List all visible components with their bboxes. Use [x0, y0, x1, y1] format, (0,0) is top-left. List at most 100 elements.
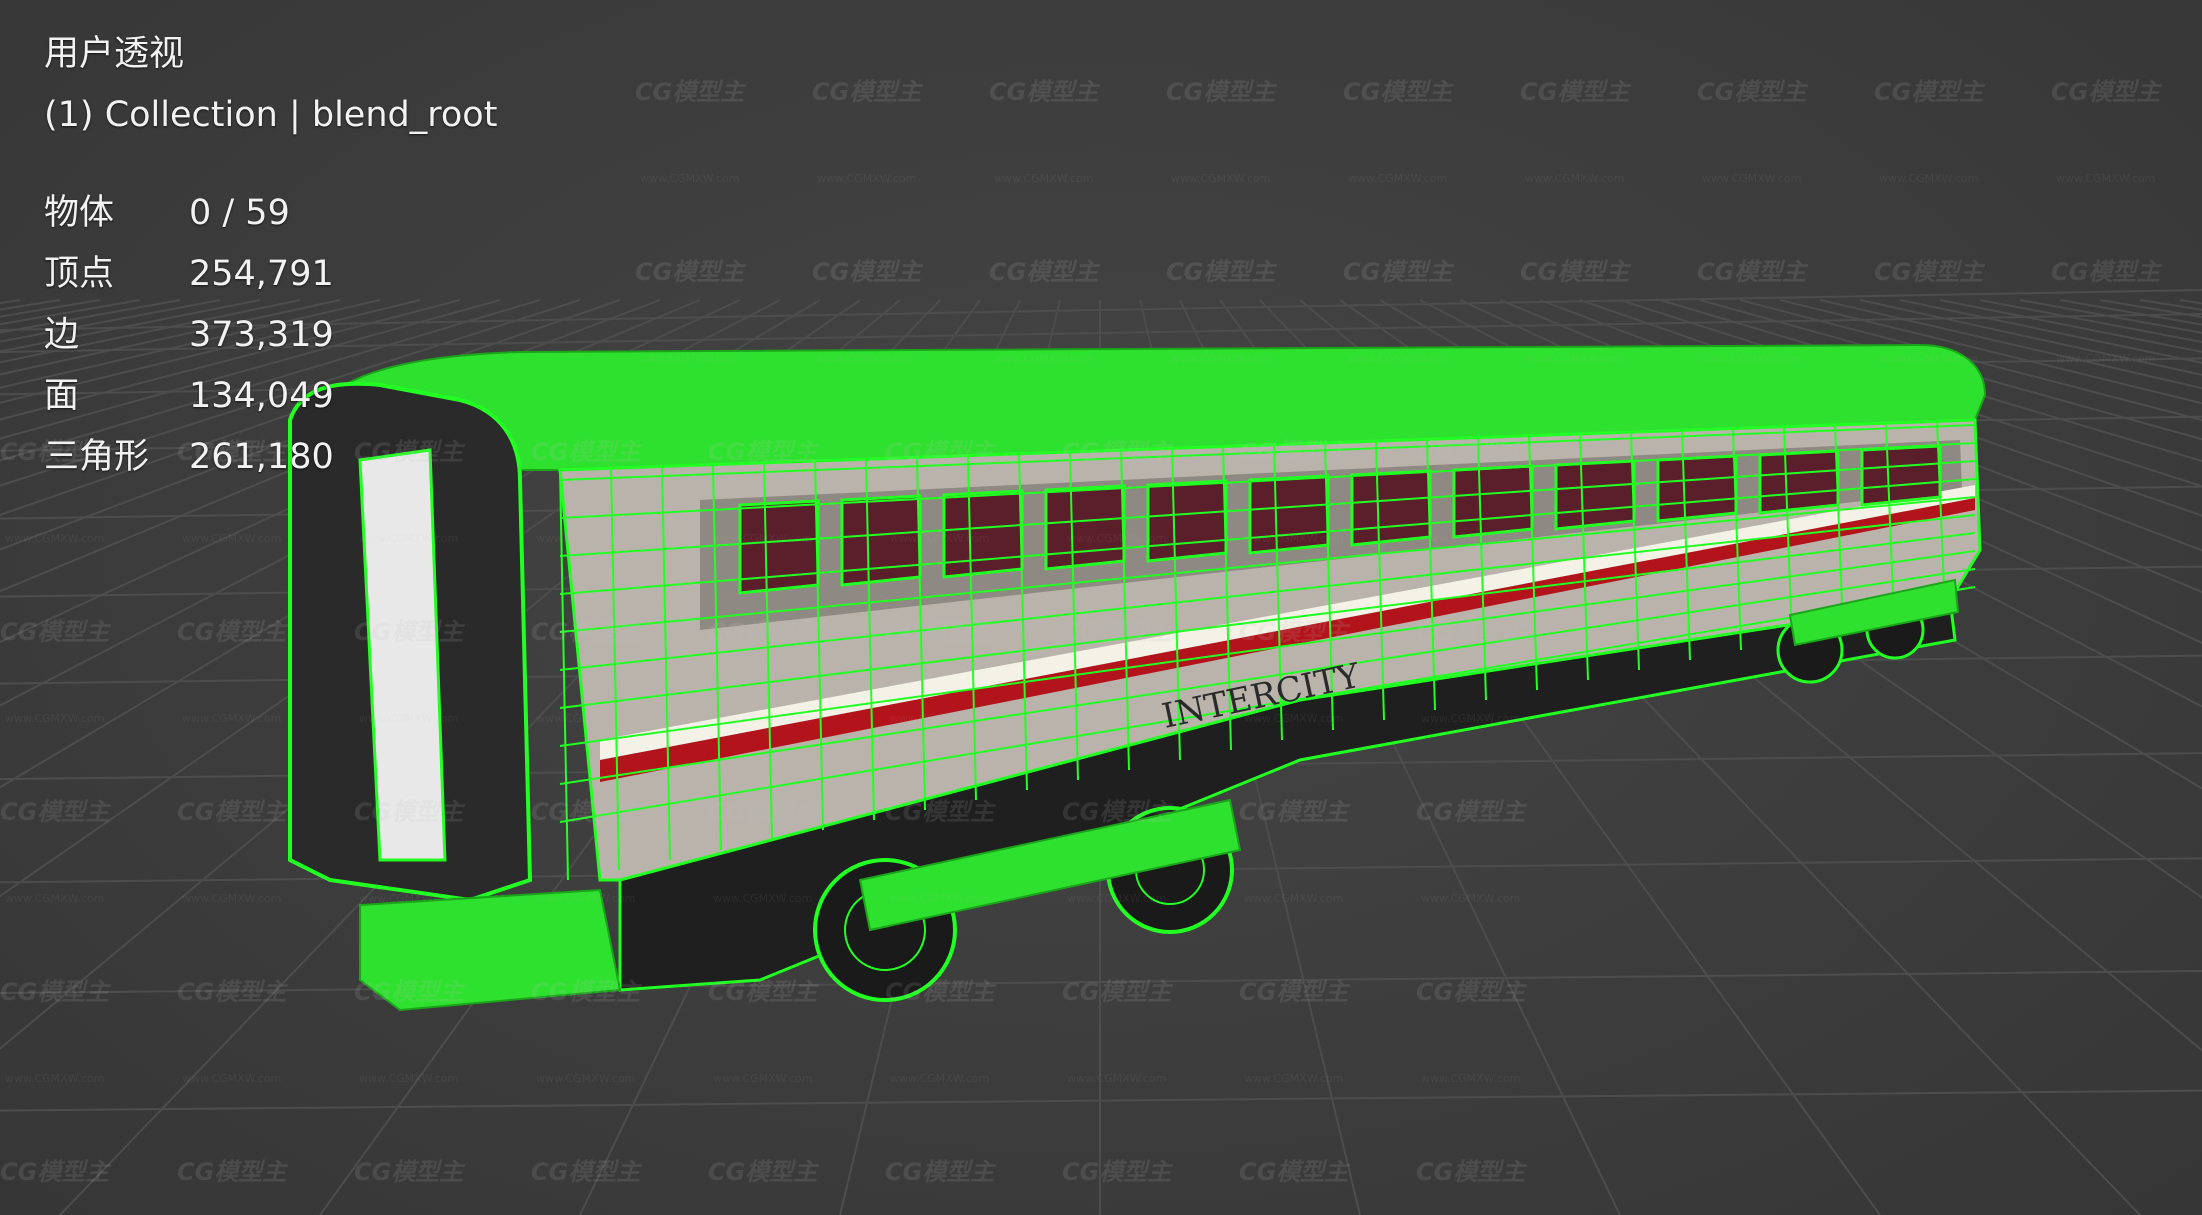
watermark-text: CG模型主: [1239, 978, 1350, 1006]
watermark-url: www.CGMXW.com: [713, 1072, 812, 1085]
watermark-url: www.CGMXW.com: [1171, 172, 1270, 185]
watermark-text: CG模型主: [531, 618, 642, 646]
watermark-text: CG模型主: [885, 438, 996, 466]
watermark-url: www.CGMXW.com: [1879, 352, 1978, 365]
watermark-url: www.CGMXW.com: [713, 712, 812, 725]
watermark-url: www.CGMXW.com: [5, 1072, 104, 1085]
watermark-text: CG模型主: [354, 978, 465, 1006]
watermark-url: www.CGMXW.com: [1348, 172, 1447, 185]
watermark-text: CG模型主: [1697, 258, 1808, 286]
watermark-text: CG模型主: [1874, 258, 1985, 286]
watermark-url: www.CGMXW.com: [817, 352, 916, 365]
window-pane: [1350, 469, 1432, 547]
watermark-url: www.CGMXW.com: [536, 712, 635, 725]
watermark-url: www.CGMXW.com: [1067, 892, 1166, 905]
watermark-text: CG模型主: [1343, 78, 1454, 106]
watermark-url: www.CGMXW.com: [1879, 172, 1978, 185]
watermark-text: CG模型主: [177, 618, 288, 646]
watermark-text: CG模型主: [885, 978, 996, 1006]
watermark-url: www.CGMXW.com: [1702, 172, 1801, 185]
stat-label: 物体: [44, 193, 115, 233]
watermark-url: www.CGMXW.com: [1171, 352, 1270, 365]
watermark-text: CG模型主: [2051, 78, 2162, 106]
watermark-text: CG模型主: [885, 1158, 996, 1186]
watermark-text: CG模型主: [989, 78, 1100, 106]
viewport-info-overlay: 用户透视 (1) Collection | blend_root 物体 0 / …: [44, 24, 497, 488]
stat-value: 134,049: [189, 376, 334, 416]
watermark-text: CG模型主: [1416, 1158, 1527, 1186]
window-pane: [1452, 464, 1534, 539]
watermark-url: www.CGMXW.com: [890, 1072, 989, 1085]
watermark-text: CG模型主: [812, 258, 923, 286]
window-pane: [1554, 459, 1636, 531]
watermark-url: www.CGMXW.com: [890, 532, 989, 545]
watermark-url: www.CGMXW.com: [1067, 1072, 1166, 1085]
watermark-text: CG模型主: [1520, 258, 1631, 286]
stat-row-faces: 面 134,049: [44, 366, 497, 427]
watermark-url: www.CGMXW.com: [536, 1072, 635, 1085]
stat-value: 254,791: [189, 254, 334, 294]
window-pane: [1758, 449, 1840, 515]
watermark-url: www.CGMXW.com: [1244, 712, 1343, 725]
watermark-text: CG模型主: [1166, 78, 1277, 106]
watermark-url: www.CGMXW.com: [182, 712, 281, 725]
watermark-url: www.CGMXW.com: [359, 712, 458, 725]
watermark-url: www.CGMXW.com: [5, 892, 104, 905]
watermark-text: CG模型主: [0, 978, 111, 1006]
watermark-url: www.CGMXW.com: [1421, 892, 1520, 905]
watermark-url: www.CGMXW.com: [1067, 712, 1166, 725]
watermark-url: www.CGMXW.com: [994, 352, 1093, 365]
window-pane: [1044, 484, 1126, 571]
grid-line: [1979, 299, 2202, 343]
watermark-text: CG模型主: [1239, 1158, 1350, 1186]
watermark-text: CG模型主: [1239, 618, 1350, 646]
watermark-text: CG模型主: [177, 978, 288, 1006]
watermark-text: CG模型主: [635, 258, 746, 286]
watermark-url: www.CGMXW.com: [359, 1072, 458, 1085]
watermark-text: CG模型主: [885, 618, 996, 646]
watermark-url: www.CGMXW.com: [182, 892, 281, 905]
watermark-text: CG模型主: [1062, 978, 1173, 1006]
watermark-text: CG模型主: [1239, 438, 1350, 466]
watermark-url: www.CGMXW.com: [1067, 532, 1166, 545]
watermark-url: www.CGMXW.com: [1525, 352, 1624, 365]
watermark-url: www.CGMXW.com: [1421, 1072, 1520, 1085]
window-pane: [1146, 479, 1228, 563]
watermark-text: CG模型主: [1416, 978, 1527, 1006]
watermark-url: www.CGMXW.com: [182, 532, 281, 545]
watermark-url: www.CGMXW.com: [536, 532, 635, 545]
watermark-text: CG模型主: [531, 1158, 642, 1186]
stat-label: 边: [44, 315, 80, 355]
watermark-text: CG模型主: [0, 618, 111, 646]
window-pane: [1860, 444, 1942, 507]
watermark-url: www.CGMXW.com: [640, 352, 739, 365]
watermark-text: CG模型主: [0, 798, 111, 826]
watermark-text: CG模型主: [1062, 1158, 1173, 1186]
watermark-text: CG模型主: [177, 798, 288, 826]
watermark-text: CG模型主: [1062, 618, 1173, 646]
watermark-text: CG模型主: [708, 1158, 819, 1186]
watermark-text: CG模型主: [1239, 798, 1350, 826]
watermark-url: www.CGMXW.com: [713, 532, 812, 545]
collection-info: (1) Collection | blend_root: [44, 95, 498, 135]
stat-row-edges: 边 373,319: [44, 305, 497, 366]
stat-label: 面: [44, 376, 80, 416]
stat-row-triangles: 三角形 261,180: [44, 427, 497, 488]
watermark-text: CG模型主: [1416, 798, 1527, 826]
window-pane: [1656, 454, 1738, 523]
watermark-text: CG模型主: [708, 618, 819, 646]
stat-value: 373,319: [189, 315, 334, 355]
watermark-text: CG模型主: [1062, 438, 1173, 466]
stat-value: 261,180: [189, 437, 334, 477]
watermark-text: CG模型主: [1520, 78, 1631, 106]
3d-viewport[interactable]: INTERCITY CG模型主 www.CGMXW.com CG模型主 www.CGM…: [0, 0, 2202, 1215]
watermark-url: www.CGMXW.com: [182, 1072, 281, 1085]
stat-label: 三角形: [44, 437, 150, 477]
watermark-url: www.CGMXW.com: [1244, 532, 1343, 545]
watermark-url: www.CGMXW.com: [994, 172, 1093, 185]
watermark-text: CG模型主: [1343, 258, 1454, 286]
watermark-text: CG模型主: [1166, 258, 1277, 286]
stat-row-vertices: 顶点 254,791: [44, 244, 497, 305]
watermark-url: www.CGMXW.com: [890, 892, 989, 905]
watermark-url: www.CGMXW.com: [536, 892, 635, 905]
